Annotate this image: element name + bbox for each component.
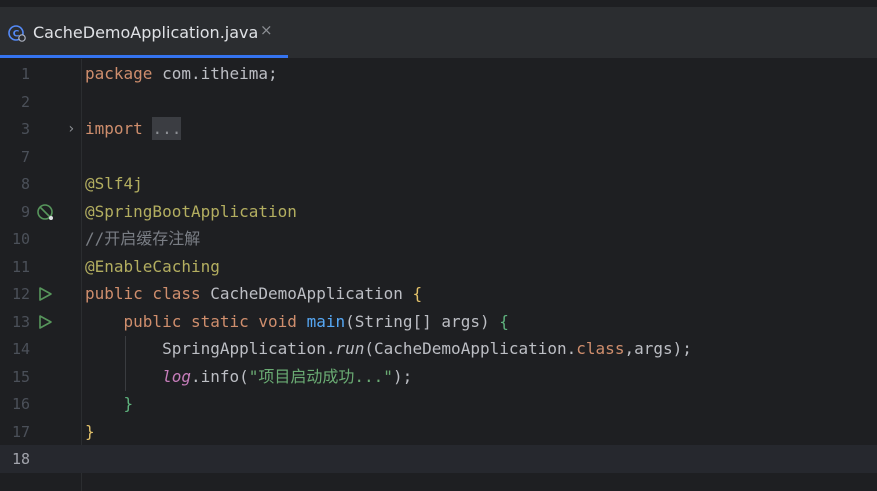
class-name-token: CacheDemoApplication — [200, 284, 413, 303]
line-number: 17 — [11, 423, 30, 441]
code-text: .info( — [190, 367, 249, 386]
code-line: 11 @EnableCaching — [0, 253, 877, 281]
brace-token: } — [123, 394, 134, 413]
annotation-token: @EnableCaching — [85, 257, 220, 276]
line-code: log.info("项目启动成功..."); — [85, 363, 412, 391]
brace-token: } — [85, 422, 95, 441]
line-code: public static void main(String[] args) { — [85, 308, 509, 336]
brace-token: { — [412, 284, 423, 303]
annotation-token: @Slf4j — [85, 174, 143, 193]
code-line: 17 } — [0, 418, 877, 446]
code-text: (String[] args) — [345, 312, 500, 331]
code-text: SpringApplication. — [162, 339, 336, 358]
close-tab-icon[interactable]: × — [260, 21, 273, 39]
line-number: 13 — [11, 313, 30, 331]
line-code: public class CacheDemoApplication { — [85, 280, 422, 308]
line-number: 10 — [11, 230, 30, 248]
code-text: ); — [392, 367, 413, 386]
code-line: 8 @Slf4j — [0, 170, 877, 198]
code-text: ,args); — [624, 339, 692, 358]
line-number: 8 — [20, 175, 30, 193]
window-top-strip — [0, 0, 877, 7]
line-number: 12 — [11, 285, 30, 303]
keyword-token: class — [576, 339, 625, 358]
run-icon[interactable] — [36, 285, 54, 303]
code-line: 10 //开启缓存注解 — [0, 225, 877, 253]
code-line: 2 — [0, 88, 877, 116]
code-line: 14 SpringApplication.run(CacheDemoApplic… — [0, 335, 877, 363]
keyword-token: import — [85, 119, 143, 138]
code-text: (CacheDemoApplication. — [364, 339, 577, 358]
method-name-token: main — [306, 312, 346, 331]
line-number: 11 — [11, 258, 30, 276]
line-number: 15 — [11, 368, 30, 386]
fold-expand-icon[interactable]: › — [67, 115, 75, 143]
code-line: 1 package com.itheima; — [0, 60, 877, 88]
keyword-token: public static void — [123, 312, 297, 331]
tab-label: CacheDemoApplication.java — [33, 23, 259, 42]
editor-tab-bar: C CacheDemoApplication.java × — [0, 7, 877, 59]
keyword-token: package — [85, 64, 153, 83]
code-line: 7 — [0, 143, 877, 171]
line-code: } — [85, 390, 134, 418]
line-code: import ... — [85, 115, 182, 143]
current-code-line[interactable]: 18 — [0, 445, 877, 473]
line-number: 9 — [20, 203, 30, 221]
code-line: 9 @SpringBootApplication — [0, 198, 877, 226]
line-number: 1 — [20, 65, 30, 83]
method-name-token: run — [335, 339, 365, 358]
line-number: 14 — [11, 340, 30, 358]
annotation-token: @SpringBootApplication — [85, 202, 297, 221]
line-code: SpringApplication.run(CacheDemoApplicati… — [85, 335, 692, 363]
line-code: @EnableCaching — [85, 253, 220, 281]
code-line: 13 public static void main(String[] args… — [0, 308, 877, 336]
line-number: 7 — [20, 148, 30, 166]
line-code: } — [85, 418, 95, 446]
string-token: "项目启动成功..." — [248, 367, 393, 386]
brace-token: { — [499, 312, 509, 331]
active-tab-indicator — [0, 55, 288, 58]
java-class-icon: C — [8, 25, 26, 42]
line-code: @Slf4j — [85, 170, 143, 198]
code-line: 3 › import ... — [0, 115, 877, 143]
spring-bean-icon[interactable] — [36, 203, 54, 221]
field-token: log — [162, 367, 191, 386]
code-text: com.itheima; — [152, 64, 278, 83]
code-line: 16 } — [0, 390, 877, 418]
keyword-token: public class — [85, 284, 201, 303]
line-code: package com.itheima; — [85, 60, 278, 88]
line-number: 3 — [20, 120, 30, 138]
line-code: @SpringBootApplication — [85, 198, 297, 226]
code-line: 12 public class CacheDemoApplication { — [0, 280, 877, 308]
folded-imports[interactable]: ... — [152, 117, 182, 140]
line-number: 18 — [11, 450, 30, 468]
code-line: 15 log.info("项目启动成功..."); — [0, 363, 877, 391]
line-number: 2 — [20, 93, 30, 111]
run-icon[interactable] — [36, 313, 54, 331]
line-code: //开启缓存注解 — [85, 225, 200, 253]
comment-token: //开启缓存注解 — [85, 229, 201, 248]
line-number: 16 — [11, 395, 30, 413]
tab-cache-demo-application[interactable]: C CacheDemoApplication.java × — [0, 7, 288, 58]
code-editor[interactable]: 1 package com.itheima; 2 3 › import ... … — [0, 59, 877, 491]
